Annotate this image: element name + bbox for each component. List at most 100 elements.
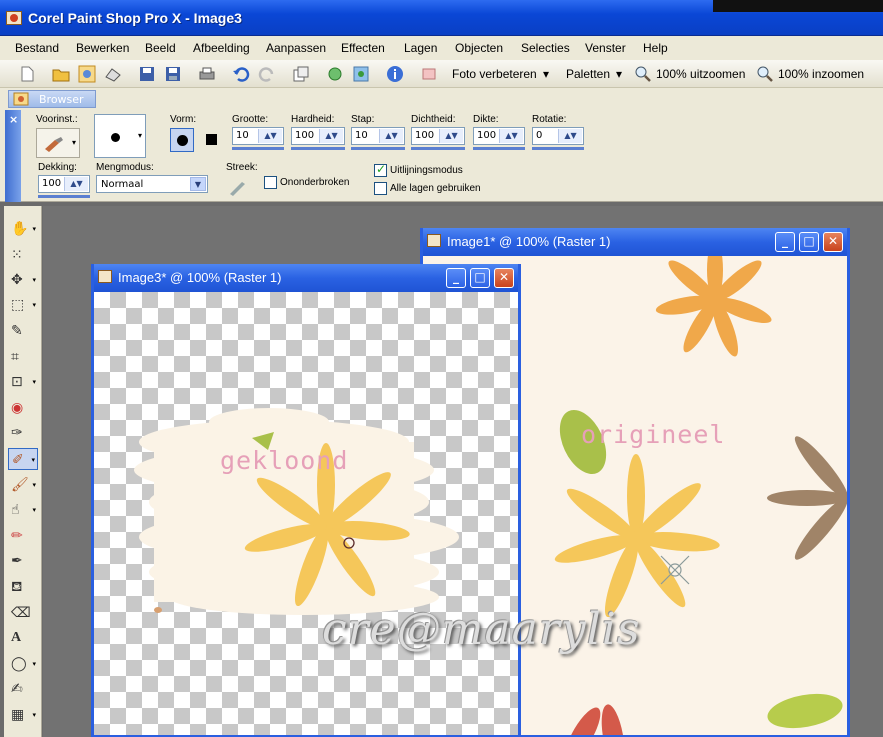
pan-tool[interactable]: ✋ ▾ bbox=[8, 218, 38, 240]
new-file-icon[interactable] bbox=[18, 65, 36, 83]
red-eye-tool[interactable]: ◉ bbox=[8, 397, 38, 419]
menu-objecten[interactable]: Objecten bbox=[455, 41, 503, 55]
menu-bestand[interactable]: Bestand bbox=[15, 41, 59, 55]
opacity-spinner[interactable]: 100 ▲▼ bbox=[38, 175, 90, 193]
density-spinner[interactable]: 100 ▲▼ bbox=[411, 127, 465, 145]
continuous-checkbox[interactable] bbox=[264, 176, 277, 189]
duplicate-icon[interactable] bbox=[292, 65, 310, 83]
image3-title-bar[interactable]: Image3* @ 100% (Raster 1) _ □ ✕ bbox=[94, 264, 518, 292]
pen-tool[interactable]: ✍ bbox=[8, 678, 38, 700]
photo-fix-button[interactable]: Foto verbeteren bbox=[452, 67, 537, 81]
spinner-arrows-icon[interactable]: ▲▼ bbox=[258, 129, 282, 143]
spinner-arrows-icon[interactable]: ▲▼ bbox=[319, 129, 343, 143]
spinner-arrows-icon[interactable]: ▲▼ bbox=[379, 129, 403, 143]
menu-effecten[interactable]: Effecten bbox=[341, 41, 385, 55]
zoom-in-button[interactable]: 100% inzoomen bbox=[778, 67, 864, 81]
opacity-slider[interactable] bbox=[38, 195, 90, 198]
menu-afbeelding[interactable]: Afbeelding bbox=[193, 41, 250, 55]
menu-beeld[interactable]: Beeld bbox=[145, 41, 176, 55]
menu-venster[interactable]: Venster bbox=[585, 41, 626, 55]
title-bar[interactable]: Corel Paint Shop Pro X - Image3 bbox=[0, 0, 883, 36]
menu-bewerken[interactable]: Bewerken bbox=[76, 41, 129, 55]
dodge-tool[interactable]: ☝ ▾ bbox=[8, 499, 38, 521]
chevron-down-icon[interactable]: ▼ bbox=[190, 177, 206, 191]
close-icon[interactable]: × bbox=[9, 113, 18, 126]
aligned-mode-checkbox[interactable]: ✓ bbox=[374, 162, 387, 177]
step-spinner[interactable]: 10 ▲▼ bbox=[351, 127, 405, 145]
refresh-icon[interactable] bbox=[326, 65, 344, 83]
close-icon[interactable]: ✕ bbox=[494, 268, 514, 288]
round-shape-button[interactable] bbox=[170, 128, 194, 152]
eraser-tool[interactable]: ⌫ bbox=[8, 602, 38, 624]
size-spinner[interactable]: 10 ▲▼ bbox=[232, 127, 284, 145]
thickness-spinner[interactable]: 100 ▲▼ bbox=[473, 127, 525, 145]
scanner-icon[interactable] bbox=[104, 65, 122, 83]
print-icon[interactable] bbox=[198, 65, 216, 83]
info-icon[interactable] bbox=[386, 65, 404, 83]
menu-aanpassen[interactable]: Aanpassen bbox=[266, 41, 326, 55]
shape-tool[interactable]: ◯ ▾ bbox=[8, 653, 38, 675]
spinner-arrows-icon[interactable]: ▲▼ bbox=[499, 129, 523, 143]
brush-tip-preview[interactable]: ▾ bbox=[94, 114, 146, 158]
stroke-brush-icon[interactable] bbox=[228, 178, 248, 196]
palettes-dropdown-icon[interactable]: ▾ bbox=[616, 67, 622, 81]
zoom-out-icon[interactable] bbox=[634, 65, 652, 83]
maximize-icon[interactable]: □ bbox=[470, 268, 490, 288]
watermark-text: cre@maarylis bbox=[322, 604, 641, 655]
image3-window[interactable]: Image3* @ 100% (Raster 1) _ □ ✕ gekloond bbox=[91, 264, 521, 737]
step-slider[interactable] bbox=[351, 147, 405, 150]
image3-canvas[interactable]: gekloond bbox=[94, 292, 518, 735]
dropper-tool[interactable]: ✎ bbox=[8, 320, 38, 342]
lighten-tool[interactable]: ✏ bbox=[8, 525, 38, 547]
eraser-panel-icon[interactable] bbox=[420, 65, 438, 83]
image-info-icon[interactable] bbox=[352, 65, 370, 83]
menu-selecties[interactable]: Selecties bbox=[521, 41, 570, 55]
hardness-slider[interactable] bbox=[291, 147, 345, 150]
tool-options-grip[interactable]: × bbox=[5, 110, 21, 202]
zoom-in-icon[interactable] bbox=[756, 65, 774, 83]
selection-tool[interactable]: ⬚ ▾ bbox=[8, 294, 38, 316]
text-tool[interactable]: A bbox=[8, 627, 38, 649]
spinner-arrows-icon[interactable]: ▲▼ bbox=[64, 177, 88, 191]
density-slider[interactable] bbox=[411, 147, 465, 150]
thickness-slider[interactable] bbox=[473, 147, 525, 150]
minimize-icon[interactable]: _ bbox=[446, 268, 466, 288]
browser-tab[interactable]: Browser bbox=[8, 90, 96, 108]
retouch-tool[interactable]: ✒ bbox=[8, 550, 38, 572]
browse-icon[interactable] bbox=[78, 65, 96, 83]
spinner-arrows-icon[interactable]: ▲▼ bbox=[558, 129, 582, 143]
crop-tool[interactable]: ⌗ bbox=[8, 346, 38, 368]
rotation-slider[interactable] bbox=[532, 147, 584, 150]
makeover-tool[interactable]: ✑ bbox=[8, 422, 38, 444]
paint-brush-tool[interactable]: 🖌 ▾ bbox=[8, 474, 38, 496]
clone-brush-tool[interactable]: ✐ ▾ bbox=[8, 448, 38, 470]
palettes-button[interactable]: Paletten bbox=[566, 67, 610, 81]
preset-button[interactable]: ▾ bbox=[36, 128, 80, 158]
minimize-icon[interactable]: _ bbox=[775, 232, 795, 252]
spinner-arrows-icon[interactable]: ▲▼ bbox=[439, 129, 463, 143]
close-icon[interactable]: ✕ bbox=[823, 232, 843, 252]
size-slider[interactable] bbox=[232, 147, 284, 150]
maximize-icon[interactable]: □ bbox=[799, 232, 819, 252]
save-all-icon[interactable] bbox=[164, 65, 182, 83]
blend-mode-select[interactable]: Normaal ▼ bbox=[96, 175, 208, 193]
menu-help[interactable]: Help bbox=[643, 41, 668, 55]
redo-icon[interactable] bbox=[258, 65, 276, 83]
all-layers-checkbox[interactable] bbox=[374, 182, 387, 195]
open-folder-icon[interactable] bbox=[52, 65, 70, 83]
image1-title-bar[interactable]: Image1* @ 100% (Raster 1) _ □ ✕ bbox=[423, 228, 847, 256]
deform-tool[interactable]: ⊡ ▾ bbox=[8, 371, 38, 393]
photo-fix-dropdown-icon[interactable]: ▾ bbox=[543, 67, 549, 81]
flood-fill-tool[interactable]: ⛾ bbox=[8, 576, 38, 598]
window-title: Corel Paint Shop Pro X - Image3 bbox=[28, 10, 242, 26]
menu-lagen[interactable]: Lagen bbox=[404, 41, 437, 55]
hardness-spinner[interactable]: 100 ▲▼ bbox=[291, 127, 345, 145]
zoom-out-button[interactable]: 100% uitzoomen bbox=[656, 67, 745, 81]
rotation-spinner[interactable]: 0 ▲▼ bbox=[532, 127, 584, 145]
move-tool[interactable]: ✥ ▾ bbox=[8, 269, 38, 291]
undo-icon[interactable] bbox=[232, 65, 250, 83]
warp-tool[interactable]: ▦ ▾ bbox=[8, 704, 38, 726]
save-icon[interactable] bbox=[138, 65, 156, 83]
square-shape-button[interactable] bbox=[200, 128, 224, 152]
zoom-tool[interactable]: ⁙ bbox=[8, 244, 38, 266]
